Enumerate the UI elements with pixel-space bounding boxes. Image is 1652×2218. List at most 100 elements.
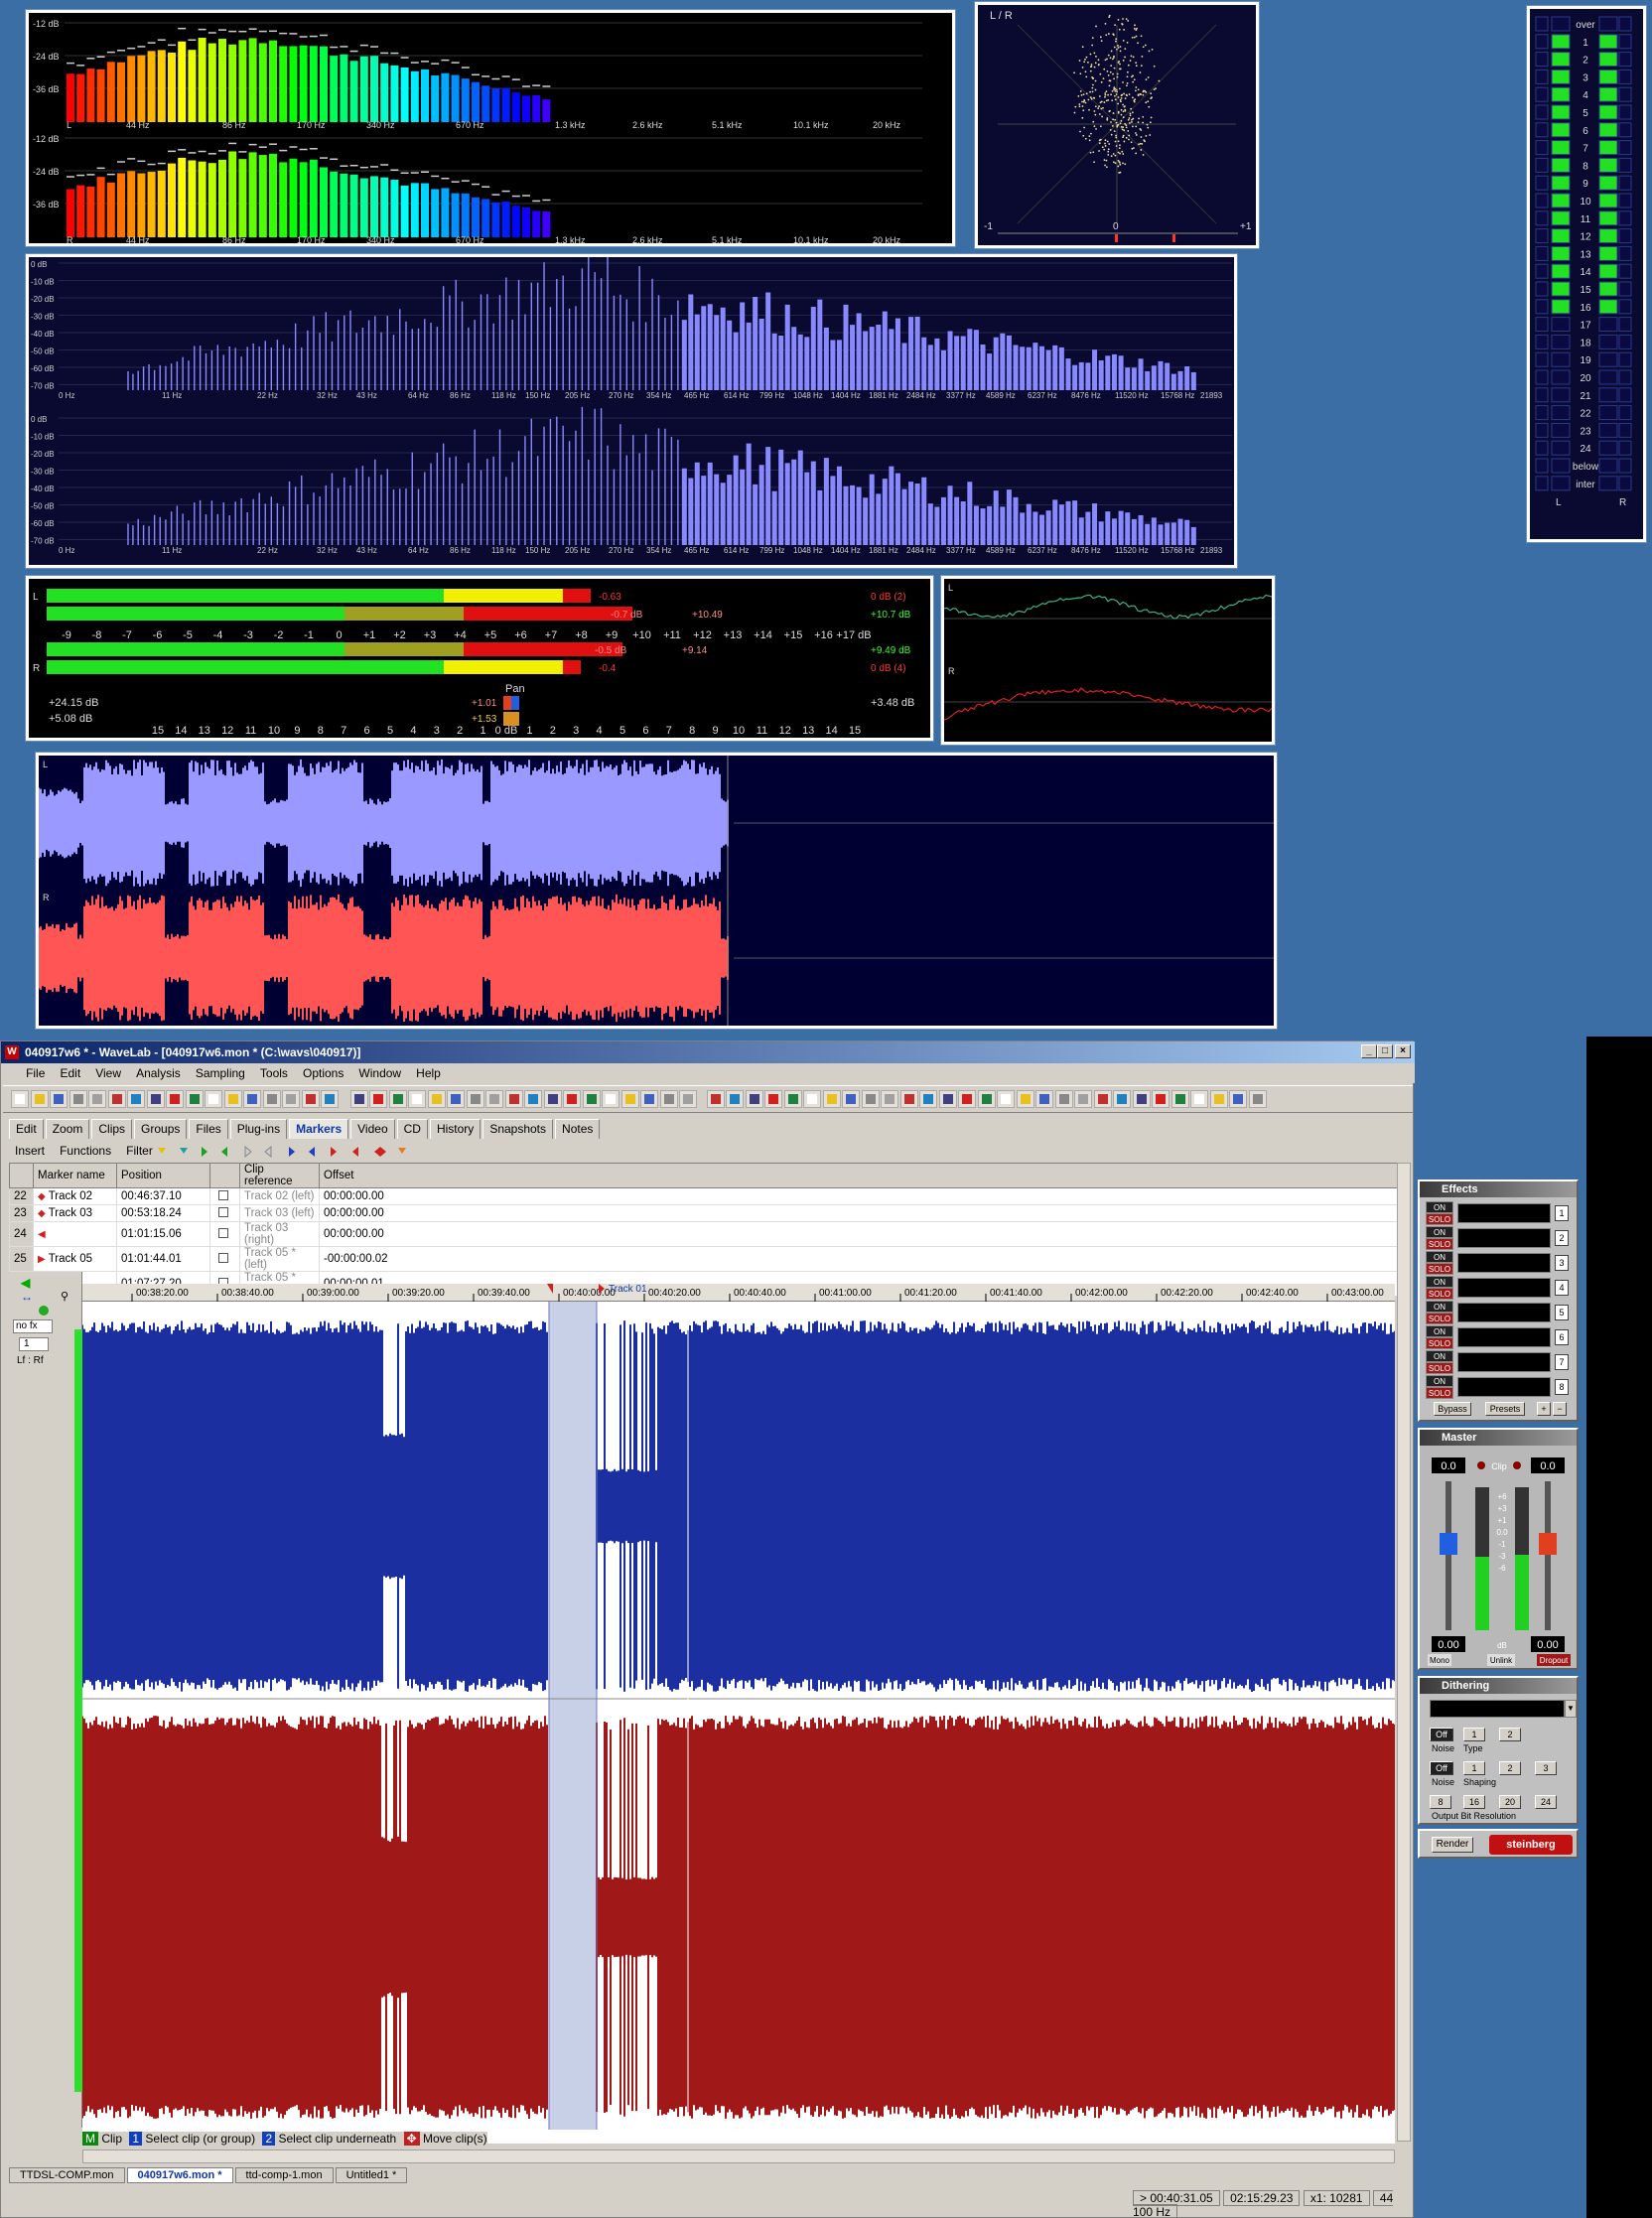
- arrow-left-icon[interactable]: ◀: [21, 1276, 30, 1290]
- effect-on-button[interactable]: ON: [1426, 1251, 1453, 1263]
- add-effect-button[interactable]: +: [1537, 1402, 1551, 1416]
- effect-slot[interactable]: ON SOLO 6: [1424, 1325, 1573, 1349]
- clip-mode-badge[interactable]: M: [82, 2132, 98, 2146]
- toolbar-button-icon[interactable]: [659, 1090, 678, 1108]
- col-flag[interactable]: [209, 1163, 240, 1188]
- toolbar-button-icon[interactable]: [524, 1090, 542, 1108]
- shaping-1-button[interactable]: 1: [1463, 1761, 1485, 1775]
- toolbar-button-icon[interactable]: [842, 1090, 860, 1108]
- col-clip-reference[interactable]: Clip reference: [239, 1163, 320, 1188]
- toolbar-button-icon[interactable]: [1152, 1090, 1170, 1108]
- shaping-2-button[interactable]: 2: [1499, 1761, 1521, 1775]
- toolbar-button-icon[interactable]: [447, 1090, 465, 1108]
- maximize-button[interactable]: □: [1377, 1044, 1393, 1058]
- menu-window[interactable]: Window: [352, 1063, 407, 1083]
- effect-plugin-field[interactable]: [1457, 1203, 1551, 1223]
- effect-solo-button[interactable]: SOLO: [1426, 1387, 1453, 1399]
- toolbar-button-icon[interactable]: [466, 1090, 484, 1108]
- menu-help[interactable]: Help: [410, 1063, 447, 1083]
- toolbar-button-icon[interactable]: [30, 1090, 49, 1108]
- menu-options[interactable]: Options: [297, 1063, 349, 1083]
- effect-plugin-field[interactable]: [1457, 1303, 1551, 1322]
- marker-clip-ref[interactable]: Track 03 (left): [239, 1204, 320, 1222]
- toolbar-button-icon[interactable]: [803, 1090, 821, 1108]
- marker-position[interactable]: 00:53:18.24: [116, 1204, 210, 1222]
- marker-row[interactable]: 25 ▶ Track 05 01:01:44.01 Track 05 * (le…: [9, 1246, 1403, 1272]
- marker-position[interactable]: 01:01:44.01: [116, 1246, 210, 1272]
- toolbar-button-icon[interactable]: [408, 1090, 426, 1108]
- toolbar-button-icon[interactable]: [485, 1090, 503, 1108]
- vertical-scrollbar[interactable]: [1397, 1163, 1411, 2142]
- toolbar-button-icon[interactable]: [726, 1090, 744, 1108]
- marker-row[interactable]: 24 ◀ 01:01:15.06 Track 03 (right) 00:00:…: [9, 1221, 1403, 1247]
- toolbar-button-icon[interactable]: [223, 1090, 242, 1108]
- toolbar-button-icon[interactable]: [543, 1090, 562, 1108]
- marker-name[interactable]: ◀: [33, 1221, 117, 1247]
- toolbar-button-icon[interactable]: [783, 1090, 802, 1108]
- toolbar-button-icon[interactable]: [50, 1090, 68, 1108]
- bits-16-button[interactable]: 16: [1463, 1795, 1485, 1809]
- toolbar-button-icon[interactable]: [1170, 1090, 1189, 1108]
- marker-type-icons[interactable]: [150, 1143, 507, 1161]
- insert-menu[interactable]: Insert: [9, 1143, 51, 1159]
- functions-menu[interactable]: Functions: [54, 1143, 117, 1159]
- tab-zoom[interactable]: Zoom: [45, 1119, 90, 1139]
- toolbar-button-icon[interactable]: [1229, 1090, 1247, 1108]
- selection-region[interactable]: [549, 1302, 597, 2130]
- effect-solo-button[interactable]: SOLO: [1426, 1288, 1453, 1300]
- effect-solo-button[interactable]: SOLO: [1426, 1263, 1453, 1275]
- toolbar-button-icon[interactable]: [262, 1090, 281, 1108]
- col-marker-name[interactable]: Marker name: [33, 1163, 117, 1188]
- fader-knob-left[interactable]: [1440, 1533, 1457, 1555]
- presets-button[interactable]: Presets: [1485, 1402, 1525, 1416]
- marker-row[interactable]: 22 ◆ Track 02 00:46:37.10 Track 02 (left…: [9, 1187, 1403, 1205]
- doc-tab-ttdsl[interactable]: TTDSL-COMP.mon: [9, 2167, 125, 2183]
- minimize-button[interactable]: _: [1361, 1044, 1377, 1058]
- marker-clip-ref[interactable]: Track 03 (right): [239, 1221, 320, 1247]
- effect-on-button[interactable]: ON: [1426, 1226, 1453, 1238]
- toolbar-button-icon[interactable]: [640, 1090, 658, 1108]
- bits-20-button[interactable]: 20: [1499, 1795, 1521, 1809]
- effect-solo-button[interactable]: SOLO: [1426, 1362, 1453, 1374]
- effect-on-button[interactable]: ON: [1426, 1301, 1453, 1313]
- tab-edit[interactable]: Edit: [9, 1119, 44, 1139]
- toolbar-button-icon[interactable]: [1113, 1090, 1131, 1108]
- toolbar-button-icon[interactable]: [69, 1090, 87, 1108]
- effect-on-button[interactable]: ON: [1426, 1201, 1453, 1213]
- marker-position[interactable]: 00:46:37.10: [116, 1187, 210, 1205]
- effect-slot[interactable]: ON SOLO 7: [1424, 1350, 1573, 1374]
- effect-slot[interactable]: ON SOLO 3: [1424, 1251, 1573, 1275]
- toolbar-button-icon[interactable]: [919, 1090, 937, 1108]
- effect-slot[interactable]: ON SOLO 1: [1424, 1201, 1573, 1225]
- tab-markers[interactable]: Markers: [289, 1119, 349, 1139]
- toolbar-button-icon[interactable]: [958, 1090, 976, 1108]
- toolbar-button-icon[interactable]: [166, 1090, 184, 1108]
- toolbar-button-icon[interactable]: [1132, 1090, 1151, 1108]
- dither-type-select[interactable]: [1430, 1700, 1565, 1718]
- tab-video[interactable]: Video: [350, 1119, 395, 1139]
- toolbar-button-icon[interactable]: [107, 1090, 126, 1108]
- noise-type-1-button[interactable]: 1: [1463, 1728, 1485, 1741]
- effect-solo-button[interactable]: SOLO: [1426, 1213, 1453, 1225]
- move-icon[interactable]: ↔: [21, 1290, 33, 1304]
- shaping-3-button[interactable]: 3: [1535, 1761, 1557, 1775]
- menu-edit[interactable]: Edit: [54, 1063, 86, 1083]
- marker-clip-ref[interactable]: Track 05 * (left): [239, 1246, 320, 1272]
- toolbar-button-icon[interactable]: [146, 1090, 165, 1108]
- marker-name[interactable]: ◆ Track 03: [33, 1204, 117, 1222]
- effect-solo-button[interactable]: SOLO: [1426, 1313, 1453, 1324]
- fader-knob-right[interactable]: [1539, 1533, 1557, 1555]
- marker-offset[interactable]: -00:00:00.02: [319, 1246, 1403, 1272]
- col-position[interactable]: Position: [116, 1163, 210, 1188]
- toolbar-button-icon[interactable]: [321, 1090, 339, 1108]
- render-button[interactable]: Render: [1432, 1837, 1473, 1853]
- master-fader-svg[interactable]: 0.0 0.0 Clip +6 +3 +1 0.0 -1 -3 -6 0.00 dB 0.00 Mono U…: [1420, 1448, 1577, 1670]
- toolbar-button-icon[interactable]: [301, 1090, 320, 1108]
- toolbar-button-icon[interactable]: [706, 1090, 725, 1108]
- toolbar-button-icon[interactable]: [1054, 1090, 1073, 1108]
- toolbar-button-icon[interactable]: [861, 1090, 880, 1108]
- effect-slot[interactable]: ON SOLO 4: [1424, 1276, 1573, 1300]
- noise-type-2-button[interactable]: 2: [1499, 1728, 1521, 1741]
- toolbar-button-icon[interactable]: [88, 1090, 106, 1108]
- marker-name[interactable]: ▶ Track 05: [33, 1246, 117, 1272]
